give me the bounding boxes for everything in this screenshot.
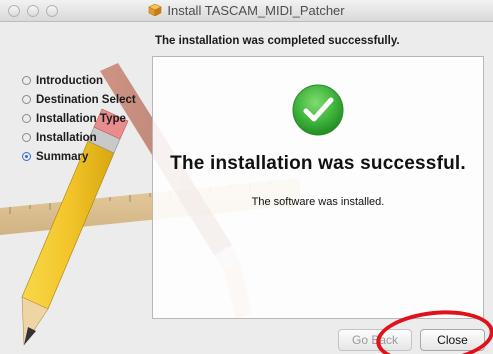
installer-steps: Introduction Destination Select Installa… xyxy=(22,71,136,166)
installer-window: Install TASCAM_MIDI_Patcher The installa… xyxy=(0,0,493,354)
go-back-button[interactable]: Go Back xyxy=(338,329,412,351)
checkmark-icon xyxy=(292,84,344,136)
step-bullet-icon xyxy=(22,133,31,142)
step-label: Installation xyxy=(36,131,97,144)
close-button[interactable]: Close xyxy=(420,329,485,351)
step-bullet-icon xyxy=(22,114,31,123)
title-bar: Install TASCAM_MIDI_Patcher xyxy=(0,0,493,22)
step-introduction: Introduction xyxy=(22,71,136,90)
step-bullet-icon xyxy=(22,76,31,85)
step-label: Destination Select xyxy=(36,93,136,106)
step-label: Introduction xyxy=(36,74,104,87)
status-heading: The installation was completed successfu… xyxy=(155,35,400,47)
step-label: Summary xyxy=(36,150,89,163)
step-summary: Summary xyxy=(22,147,136,166)
package-icon xyxy=(148,3,163,17)
success-message: The software was installed. xyxy=(251,196,385,208)
step-label: Installation Type xyxy=(36,112,126,125)
step-installation: Installation xyxy=(22,128,136,147)
step-installation-type: Installation Type xyxy=(22,109,136,128)
summary-panel: The installation was successful. The sof… xyxy=(152,56,484,319)
window-title-wrap: Install TASCAM_MIDI_Patcher xyxy=(0,3,493,18)
step-bullet-icon xyxy=(22,95,31,104)
window-title: Install TASCAM_MIDI_Patcher xyxy=(167,3,345,18)
current-step-bullet-icon xyxy=(22,152,31,161)
step-destination-select: Destination Select xyxy=(22,90,136,109)
success-title: The installation was successful. xyxy=(170,153,466,174)
